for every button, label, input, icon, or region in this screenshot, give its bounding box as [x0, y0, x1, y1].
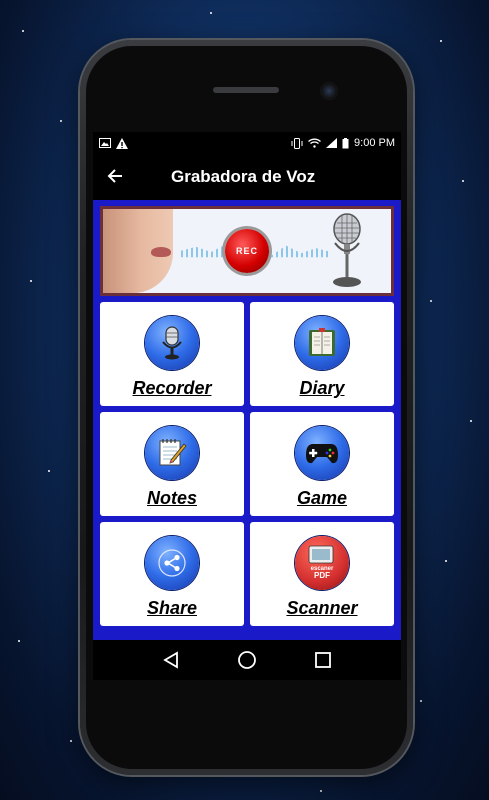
pdf-scanner-icon: escaner PDF [295, 536, 349, 590]
notebook-icon [295, 316, 349, 370]
status-time: 9:00 PM [354, 137, 395, 149]
warning-icon [116, 137, 128, 149]
game-label: Game [296, 488, 348, 508]
studio-microphone-icon [333, 213, 361, 287]
page-title: Grabadora de Voz [171, 167, 316, 186]
notepad-pencil-icon [145, 426, 199, 480]
nav-recents-button[interactable] [312, 649, 334, 671]
back-button[interactable] [93, 166, 137, 189]
microphone-icon [145, 316, 199, 370]
nav-back-button[interactable] [160, 649, 182, 671]
notes-label: Notes [146, 488, 197, 508]
nav-recents-icon [315, 652, 331, 668]
gamepad-icon [295, 426, 349, 480]
arrow-left-icon [107, 168, 122, 183]
game-tile[interactable]: Game [250, 412, 394, 516]
image-icon [99, 138, 111, 148]
battery-icon [342, 137, 349, 148]
nav-home-icon [238, 651, 256, 669]
nav-back-icon [163, 651, 178, 669]
recorder-tile[interactable]: Recorder [100, 302, 244, 406]
diary-label: Diary [299, 378, 345, 398]
scanner-tile[interactable]: escaner PDF Scanner [250, 522, 394, 626]
vibrate-icon [291, 137, 303, 149]
main-content: REC Recorder Diary Notes Game Share esca… [93, 200, 401, 640]
rec-badge: REC [225, 229, 269, 273]
nav-home-button[interactable] [236, 649, 258, 671]
scanner-icon-text-line2: PDF [314, 571, 330, 580]
phone-screen: 9:00 PM Grabadora de Voz REC Recorder Di… [93, 132, 401, 680]
scanner-label: Scanner [286, 598, 358, 618]
app-toolbar: Grabadora de Voz [93, 154, 401, 200]
share-icon [145, 536, 199, 590]
notes-tile[interactable]: Notes [100, 412, 244, 516]
share-label: Share [146, 598, 198, 618]
signal-icon [326, 138, 338, 148]
navigation-bar [93, 640, 401, 680]
wifi-icon [308, 138, 321, 148]
recorder-label: Recorder [132, 378, 212, 398]
recorder-banner: REC [100, 206, 394, 296]
status-bar: 9:00 PM [93, 132, 401, 154]
share-tile[interactable]: Share [100, 522, 244, 626]
front-camera [320, 82, 338, 100]
earpiece-speaker [213, 87, 279, 93]
diary-tile[interactable]: Diary [250, 302, 394, 406]
lips-illustration [151, 247, 171, 257]
menu-grid: Recorder Diary Notes Game Share escaner … [100, 302, 394, 626]
rec-label: REC [235, 246, 258, 256]
